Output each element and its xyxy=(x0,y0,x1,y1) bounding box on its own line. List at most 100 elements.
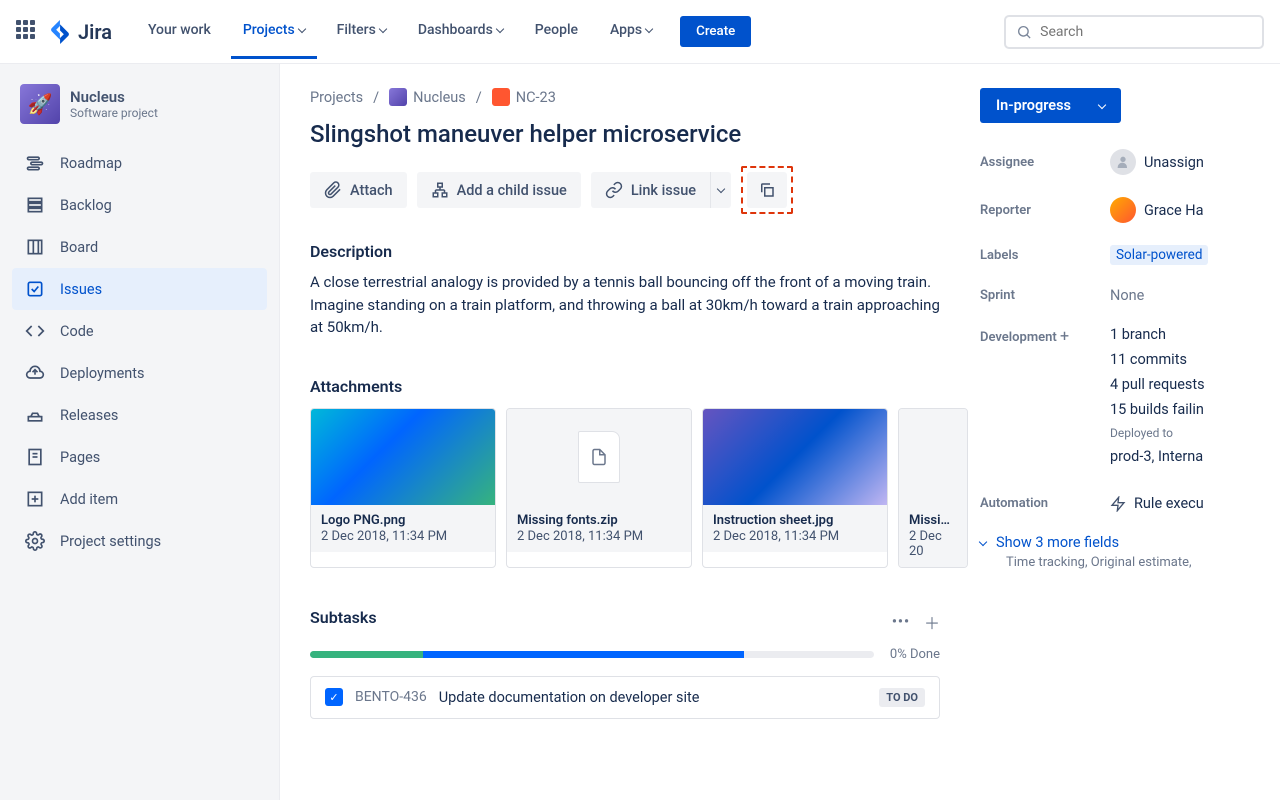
app-switcher-icon[interactable] xyxy=(16,20,40,44)
details-panel: In-progress Assignee Unassign Reporter G… xyxy=(970,64,1280,800)
topbar: Jira Your work Projects Filters Dashboar… xyxy=(0,0,1280,64)
attachment-card[interactable]: Missing fonts.zip2 Dec 2018, 11:34 PM xyxy=(506,408,692,568)
search-input[interactable] xyxy=(1040,24,1252,40)
link-dropdown-button[interactable] xyxy=(710,172,731,208)
sidebar-item-board[interactable]: Board xyxy=(12,226,267,268)
dev-commits[interactable]: 11 commits xyxy=(1110,351,1205,368)
sidebar-item-label: Project settings xyxy=(60,533,161,550)
breadcrumb-issue-key: NC-23 xyxy=(516,89,556,106)
sidebar-item-roadmap[interactable]: Roadmap xyxy=(12,142,267,184)
chevron-down-icon xyxy=(645,25,653,33)
child-label: Add a child issue xyxy=(457,182,567,199)
chevron-down-icon xyxy=(717,185,725,193)
dev-branches[interactable]: 1 branch xyxy=(1110,326,1205,343)
attachments-heading: Attachments xyxy=(310,377,940,396)
link-issue-button[interactable]: Link issue xyxy=(591,172,710,208)
code-icon xyxy=(24,320,46,342)
board-icon xyxy=(24,236,46,258)
nav-people[interactable]: People xyxy=(523,4,590,59)
subtask-status[interactable]: TO DO xyxy=(879,688,925,707)
field-sprint[interactable]: Sprint None xyxy=(980,287,1280,304)
subtask-row[interactable]: ✓ BENTO-436 Update documentation on deve… xyxy=(310,676,940,719)
sidebar-item-label: Issues xyxy=(60,281,102,298)
nav-your-work[interactable]: Your work xyxy=(136,4,223,59)
attach-button[interactable]: Attach xyxy=(310,172,407,208)
field-assignee[interactable]: Assignee Unassign xyxy=(980,149,1280,175)
sidebar-item-settings[interactable]: Project settings xyxy=(12,520,267,562)
status-dropdown[interactable]: In-progress xyxy=(980,88,1121,123)
file-icon xyxy=(578,431,620,483)
nav-apps[interactable]: Apps xyxy=(598,4,664,59)
nav-dashboards-label: Dashboards xyxy=(418,22,493,38)
dev-builds[interactable]: 15 builds failin xyxy=(1110,401,1205,418)
attachment-date: 2 Dec 2018, 11:34 PM xyxy=(713,529,877,544)
nav-projects[interactable]: Projects xyxy=(231,4,317,59)
copy-button[interactable] xyxy=(747,172,787,208)
deployments-icon xyxy=(24,362,46,384)
subtask-key[interactable]: BENTO-436 xyxy=(355,689,427,705)
nav-filters-label: Filters xyxy=(337,22,376,38)
issue-title[interactable]: Slingshot maneuver helper microservice xyxy=(310,120,940,148)
dev-prs[interactable]: 4 pull requests xyxy=(1110,376,1205,393)
search-box[interactable] xyxy=(1004,15,1264,49)
link-icon xyxy=(605,181,623,199)
attachment-name: Missing fonts.zip xyxy=(517,513,681,528)
add-dev-icon[interactable]: + xyxy=(1060,326,1069,345)
avatar-icon xyxy=(1110,149,1136,175)
add-subtask-icon[interactable]: ＋ xyxy=(924,610,940,634)
sidebar-item-code[interactable]: Code xyxy=(12,310,267,352)
sidebar-item-issues[interactable]: Issues xyxy=(12,268,267,310)
chevron-down-icon xyxy=(1098,100,1106,108)
progress-label: 0% Done xyxy=(890,647,940,662)
attachment-card[interactable]: Logo PNG.png2 Dec 2018, 11:34 PM xyxy=(310,408,496,568)
link-label: Link issue xyxy=(631,182,696,199)
show-more-fields[interactable]: Show 3 more fields xyxy=(980,534,1280,551)
hierarchy-icon xyxy=(431,181,449,199)
field-reporter[interactable]: Reporter Grace Ha xyxy=(980,197,1280,223)
sidebar-item-label: Deployments xyxy=(60,365,145,382)
show-more-label: Show 3 more fields xyxy=(996,534,1119,551)
field-development: Development + 1 branch 11 commits 4 pull… xyxy=(980,326,1280,473)
attachment-name: Logo PNG.png xyxy=(321,513,485,528)
attachment-card[interactable]: Instruction sheet.jpg2 Dec 2018, 11:34 P… xyxy=(702,408,888,568)
sidebar-item-backlog[interactable]: Backlog xyxy=(12,184,267,226)
jira-logo[interactable]: Jira xyxy=(48,20,112,44)
nav-dashboards[interactable]: Dashboards xyxy=(406,4,515,59)
sidebar-item-deployments[interactable]: Deployments xyxy=(12,352,267,394)
breadcrumb-projects[interactable]: Projects xyxy=(310,89,363,106)
project-header[interactable]: 🚀 Nucleus Software project xyxy=(12,84,267,142)
description-heading: Description xyxy=(310,242,940,261)
add-child-button[interactable]: Add a child issue xyxy=(417,172,581,208)
sidebar-item-releases[interactable]: Releases xyxy=(12,394,267,436)
attachment-card[interactable]: Missing f2 Dec 20 xyxy=(898,408,968,568)
attachment-date: 2 Dec 20 xyxy=(909,529,957,559)
lightning-icon xyxy=(1110,496,1126,512)
dev-deployed[interactable]: prod-3, Interna xyxy=(1110,448,1205,465)
create-button[interactable]: Create xyxy=(680,16,751,47)
description-text[interactable]: A close terrestrial analogy is provided … xyxy=(310,271,940,339)
jira-logo-text: Jira xyxy=(78,20,112,44)
attachment-thumbnail xyxy=(703,409,887,505)
nav-projects-label: Projects xyxy=(243,22,295,38)
field-automation[interactable]: Automation Rule execu xyxy=(980,495,1280,512)
attachment-thumbnail xyxy=(311,409,495,505)
sidebar-item-add[interactable]: Add item xyxy=(12,478,267,520)
issues-icon xyxy=(24,278,46,300)
highlight-annotation xyxy=(741,166,793,214)
project-avatar-icon: 🚀 xyxy=(20,84,60,124)
sidebar-item-pages[interactable]: Pages xyxy=(12,436,267,478)
label-tag[interactable]: Solar-powered xyxy=(1110,245,1208,265)
releases-icon xyxy=(24,404,46,426)
breadcrumb-project[interactable]: Nucleus xyxy=(389,88,466,106)
chevron-down-icon xyxy=(979,537,987,545)
field-labels[interactable]: Labels Solar-powered xyxy=(980,245,1280,265)
breadcrumb-issue[interactable]: NC-23 xyxy=(492,88,556,106)
roadmap-icon xyxy=(24,152,46,174)
attachment-date: 2 Dec 2018, 11:34 PM xyxy=(517,529,681,544)
attachment-name: Instruction sheet.jpg xyxy=(713,513,877,528)
add-icon xyxy=(24,488,46,510)
status-label: In-progress xyxy=(996,97,1071,114)
more-icon[interactable]: ••• xyxy=(892,614,910,630)
nav-filters[interactable]: Filters xyxy=(325,4,398,59)
attachment-thumbnail xyxy=(899,409,967,505)
